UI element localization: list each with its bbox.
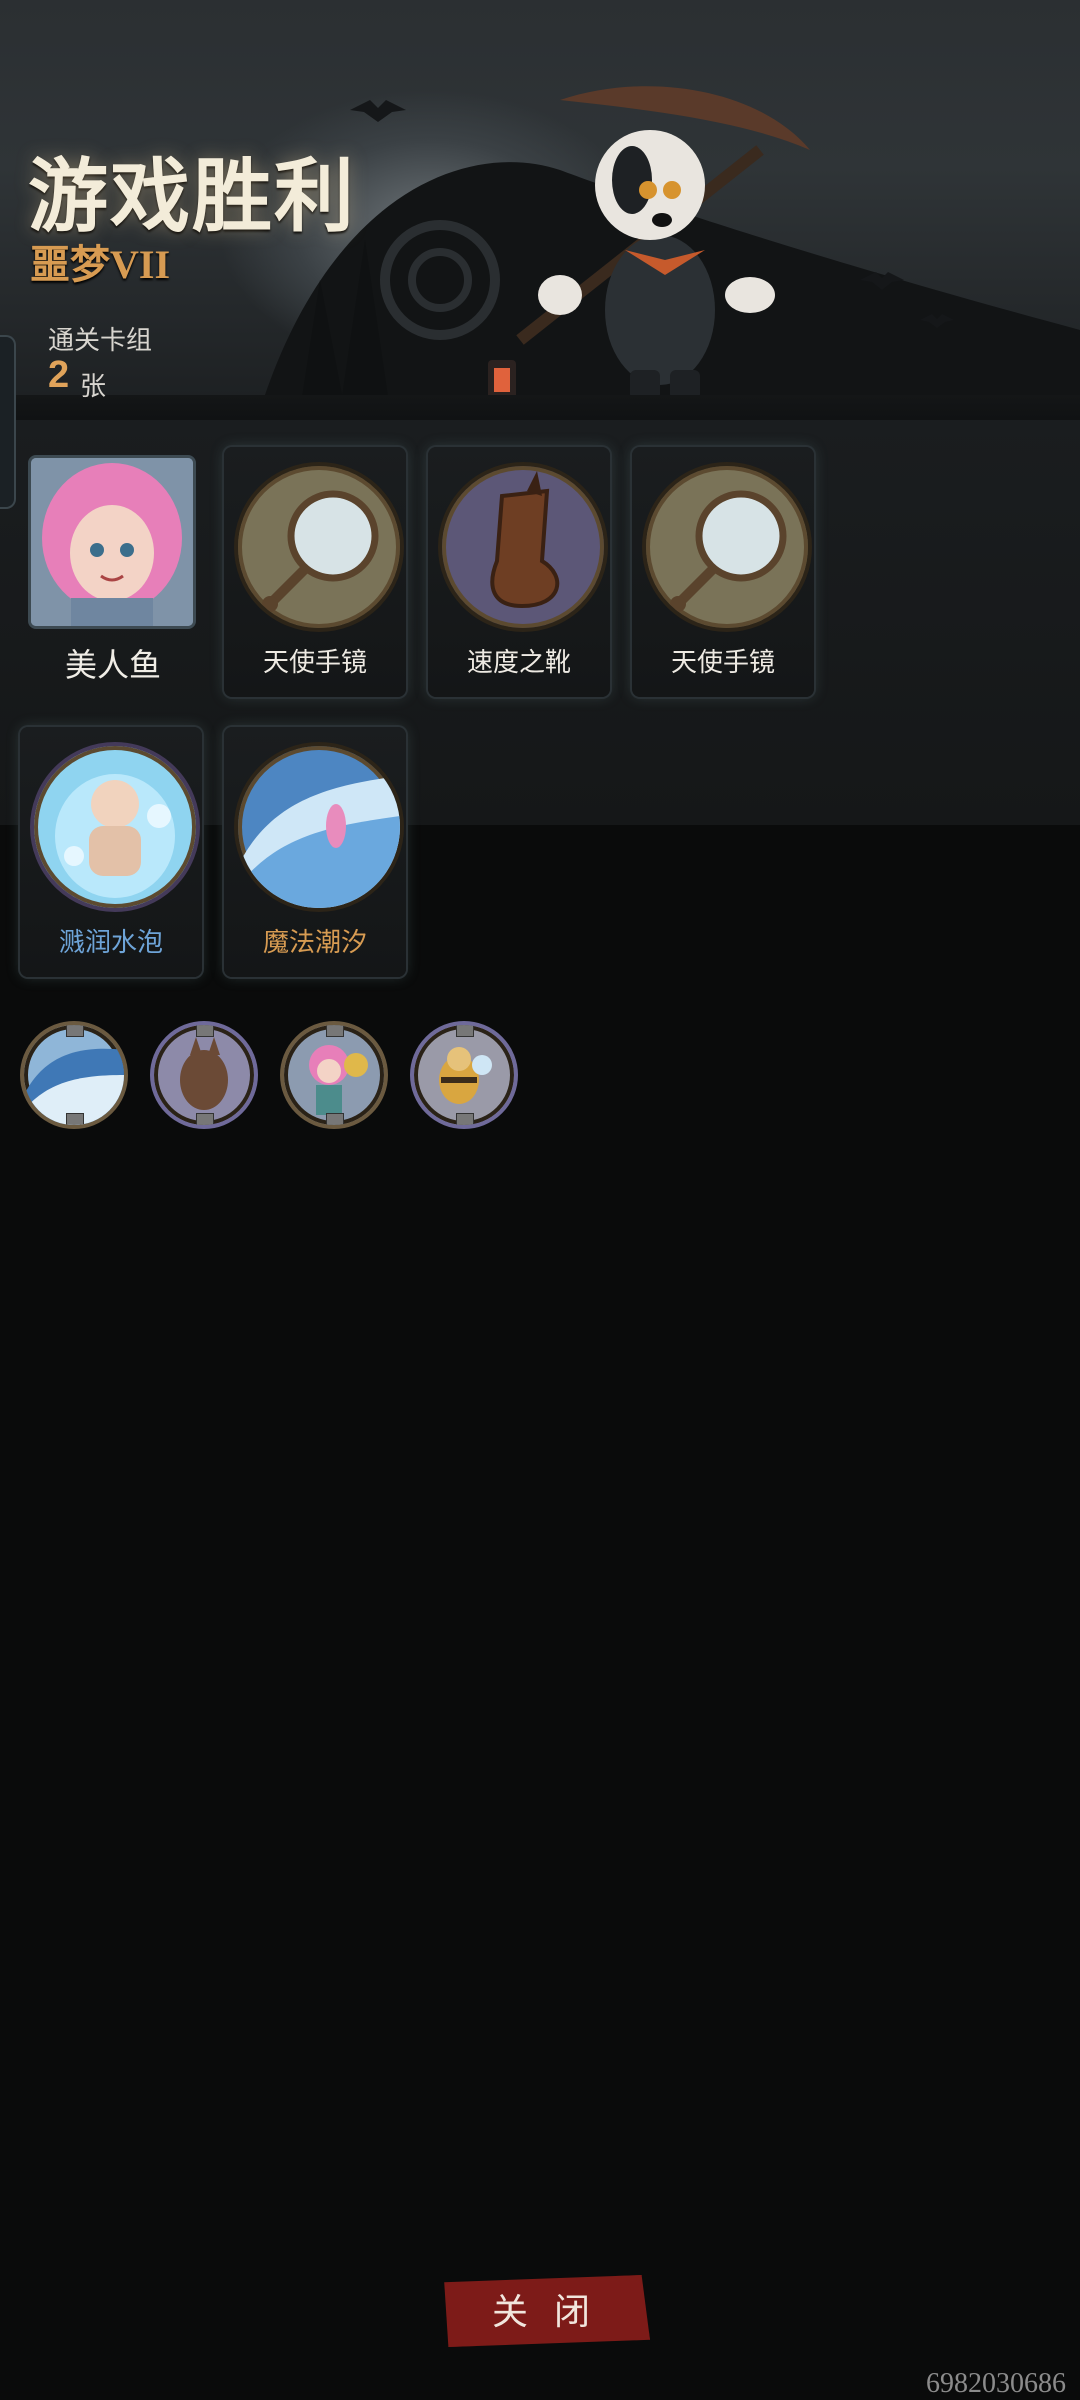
card-name: 天使手镜 xyxy=(262,647,367,677)
magic-tide-icon xyxy=(234,742,404,912)
token-pin xyxy=(66,1025,84,1037)
boot-icon xyxy=(438,462,608,632)
close-button[interactable]: 关 闭 xyxy=(444,2275,650,2347)
mermaid-portrait-icon xyxy=(31,458,193,626)
card-item[interactable]: 天使手镜 xyxy=(632,447,814,697)
difficulty-label: 噩梦VII xyxy=(30,242,171,287)
hand-mirror-icon xyxy=(234,462,404,632)
hero-portrait[interactable] xyxy=(28,455,196,629)
side-tab[interactable] xyxy=(0,335,16,509)
token-pin xyxy=(456,1113,474,1125)
card-name: 天使手镜 xyxy=(670,647,775,677)
mermaid-token-icon[interactable] xyxy=(280,1021,388,1129)
victory-banner: 游戏胜利 噩梦VII 通关卡组 2 张 xyxy=(0,0,1080,420)
hand-mirror-icon xyxy=(642,462,812,632)
hero-name: 美人鱼 xyxy=(64,647,161,683)
banner-ground xyxy=(0,395,1080,420)
deck-count: 2 xyxy=(48,354,70,396)
token-pin xyxy=(326,1025,344,1037)
werewolf-token-icon[interactable] xyxy=(150,1021,258,1129)
water-bubble-icon xyxy=(30,742,200,912)
card-name: 速度之靴 xyxy=(466,647,571,677)
wave-token-icon[interactable] xyxy=(20,1021,128,1129)
token-pin xyxy=(196,1113,214,1125)
card-item[interactable]: 天使手镜 xyxy=(224,447,406,697)
card-name: 魔法潮汐 xyxy=(262,927,367,957)
deck-label: 通关卡组 xyxy=(48,325,153,355)
token-pin xyxy=(196,1025,214,1037)
token-pin xyxy=(66,1113,84,1125)
page-title: 游戏胜利 xyxy=(28,154,356,242)
token-pin xyxy=(456,1025,474,1037)
token-pin xyxy=(326,1113,344,1125)
bee-token-icon[interactable] xyxy=(410,1021,518,1129)
card-item[interactable]: 魔法潮汐 xyxy=(224,727,406,977)
card-item[interactable]: 溅润水泡 xyxy=(20,727,202,977)
card-name: 溅润水泡 xyxy=(58,927,163,957)
deck-unit: 张 xyxy=(80,371,107,401)
watermark-text: 6982030686 xyxy=(926,2368,1066,2399)
card-item[interactable]: 速度之靴 xyxy=(428,447,610,697)
